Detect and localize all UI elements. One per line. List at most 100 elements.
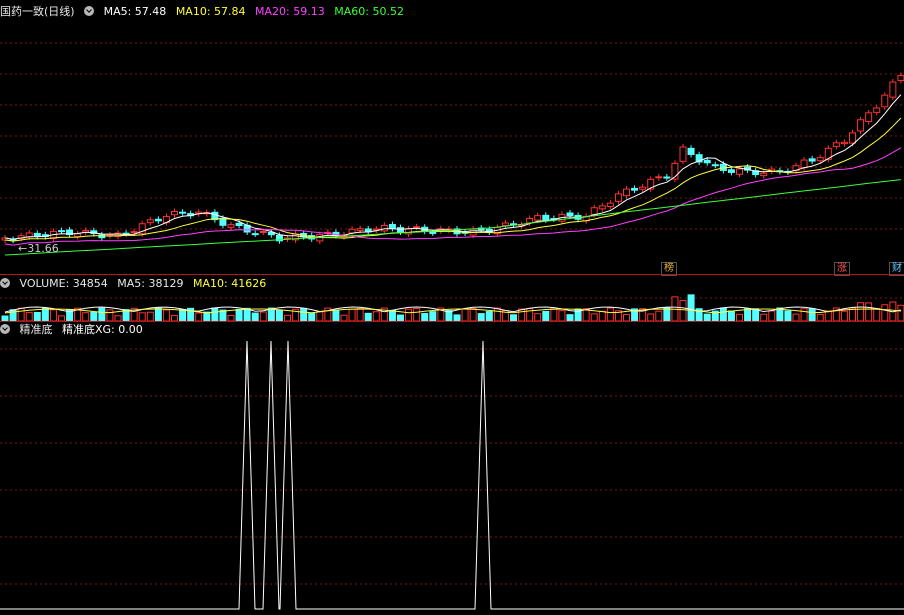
panel-divider-1[interactable] bbox=[0, 274, 904, 275]
indicator-header: 精准底 精准底XG: 0.00 bbox=[0, 323, 149, 337]
candle-body bbox=[74, 233, 82, 237]
volume-bar bbox=[808, 308, 816, 322]
volume-bar bbox=[663, 307, 671, 322]
candle-body bbox=[873, 107, 881, 113]
ma60-line bbox=[4, 179, 901, 256]
candle-body bbox=[816, 157, 824, 162]
volume-value: VOLUME: 34854 bbox=[19, 277, 108, 290]
candle-body bbox=[800, 159, 808, 169]
candle-body bbox=[865, 112, 873, 123]
volume-bar bbox=[316, 311, 324, 322]
candle-body bbox=[130, 231, 138, 234]
volume-bar bbox=[679, 299, 687, 322]
signal-line bbox=[0, 340, 904, 610]
volume-bar bbox=[824, 310, 832, 322]
volume-bar bbox=[542, 310, 550, 322]
volume-bar bbox=[760, 313, 768, 322]
volume-bar bbox=[768, 310, 776, 322]
candle-body bbox=[179, 211, 187, 214]
candle-body bbox=[614, 193, 622, 202]
candle-body bbox=[687, 147, 695, 155]
candle-body bbox=[736, 168, 743, 175]
volume-bar bbox=[485, 311, 493, 322]
volume-bar bbox=[590, 313, 598, 322]
candle-body bbox=[760, 172, 768, 177]
volume-bar bbox=[429, 311, 437, 322]
candle-body bbox=[881, 94, 889, 108]
candle-body bbox=[679, 146, 687, 162]
candle-body bbox=[146, 219, 154, 224]
candle-body bbox=[405, 228, 413, 235]
candle-body bbox=[663, 176, 671, 179]
volume-bar bbox=[49, 309, 57, 322]
indicator-value: 精准底XG: 0.00 bbox=[62, 323, 143, 336]
panel-divider-2[interactable] bbox=[0, 321, 904, 322]
candle-body bbox=[219, 217, 227, 226]
candle-body bbox=[429, 231, 437, 234]
volume-bar bbox=[405, 308, 413, 322]
volume-bar bbox=[17, 307, 25, 322]
volume-bar bbox=[364, 312, 372, 322]
candle-body bbox=[857, 119, 865, 132]
volume-bar bbox=[33, 311, 41, 322]
candle-body bbox=[639, 186, 647, 190]
volume-bar bbox=[493, 307, 501, 322]
volume-bar bbox=[703, 313, 711, 322]
volume-ma5: MA5: 38129 bbox=[117, 277, 184, 290]
volume-bar bbox=[179, 308, 187, 322]
volume-bar bbox=[558, 310, 566, 322]
indicator-menu-icon[interactable] bbox=[84, 6, 95, 16]
candle-body bbox=[606, 202, 614, 207]
volume-bar bbox=[235, 308, 243, 322]
indicator-panel-menu-icon[interactable] bbox=[0, 324, 10, 334]
volume-bar bbox=[881, 304, 889, 322]
volume-bar bbox=[195, 312, 203, 322]
volume-bar bbox=[647, 313, 655, 322]
volume-bar bbox=[534, 313, 542, 322]
kline-chart[interactable] bbox=[0, 0, 904, 615]
candle-body bbox=[849, 132, 856, 144]
volume-bar bbox=[736, 313, 743, 322]
volume-ma10: MA10: 41626 bbox=[192, 277, 267, 290]
volume-menu-icon[interactable] bbox=[0, 278, 10, 288]
volume-bar bbox=[138, 312, 146, 322]
volume-bar bbox=[687, 294, 695, 322]
volume-bar bbox=[90, 311, 98, 322]
volume-bar bbox=[251, 312, 259, 322]
volume-bar bbox=[865, 302, 873, 322]
volume-bar bbox=[275, 309, 283, 322]
candle-body bbox=[566, 212, 574, 217]
candle-body bbox=[171, 211, 178, 216]
ma60-value: MA60: 50.52 bbox=[334, 5, 404, 18]
indicator-name[interactable]: 精准底 bbox=[20, 323, 53, 336]
candle-body bbox=[542, 214, 550, 221]
volume-bar bbox=[469, 308, 477, 322]
volume-bar bbox=[816, 313, 824, 322]
candle-body bbox=[259, 230, 267, 233]
candle-body bbox=[526, 217, 534, 224]
volume-bar bbox=[203, 311, 211, 322]
volume-bar bbox=[211, 307, 219, 322]
candle-body bbox=[623, 188, 630, 197]
volume-bar bbox=[332, 309, 340, 322]
volume-bar bbox=[146, 311, 154, 322]
volume-bar bbox=[267, 307, 275, 322]
volume-bar bbox=[82, 312, 90, 322]
volume-bar bbox=[41, 307, 49, 322]
candle-body bbox=[501, 222, 509, 227]
candle-body bbox=[154, 218, 162, 222]
volume-bar bbox=[25, 312, 33, 322]
stock-title[interactable]: 国药一致(日线) bbox=[0, 5, 75, 18]
volume-bar bbox=[356, 307, 364, 322]
volume-bar bbox=[598, 310, 606, 322]
ma10-value: MA10: 57.84 bbox=[175, 5, 246, 18]
candle-body bbox=[727, 169, 735, 173]
volume-bar bbox=[461, 308, 469, 322]
volume-bar bbox=[550, 307, 558, 322]
candle-body bbox=[897, 75, 904, 82]
candle-body bbox=[413, 226, 421, 229]
volume-bar bbox=[655, 310, 663, 322]
candle-body bbox=[397, 227, 404, 233]
volume-bar bbox=[300, 307, 308, 322]
candle-body bbox=[703, 159, 711, 164]
